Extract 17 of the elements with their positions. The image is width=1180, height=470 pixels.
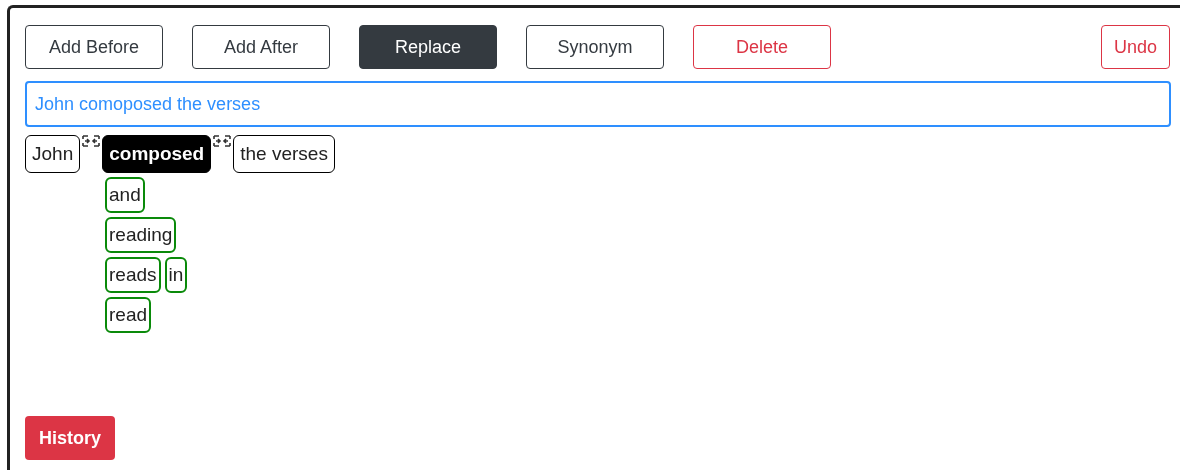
replace-button[interactable]: Replace xyxy=(359,25,497,69)
add-before-button[interactable]: Add Before xyxy=(25,25,163,69)
add-after-button[interactable]: Add After xyxy=(192,25,330,69)
word-chip[interactable]: composed xyxy=(102,135,212,173)
history-button[interactable]: History xyxy=(25,416,115,460)
word-chip[interactable]: the verses xyxy=(233,135,335,173)
delete-button[interactable]: Delete xyxy=(693,25,831,69)
suggestion-chip[interactable]: in xyxy=(164,257,188,293)
merge-icon[interactable] xyxy=(82,135,101,147)
merge-icon[interactable] xyxy=(213,135,232,147)
suggestion-chip[interactable]: and xyxy=(105,177,145,213)
suggestion-chip[interactable]: reading xyxy=(105,217,177,253)
synonym-button[interactable]: Synonym xyxy=(526,25,664,69)
suggestion-chip[interactable]: reads xyxy=(105,257,161,293)
word-chip[interactable]: John xyxy=(25,135,81,173)
undo-button[interactable]: Undo xyxy=(1100,25,1170,69)
suggestion-chip[interactable]: read xyxy=(105,297,152,333)
